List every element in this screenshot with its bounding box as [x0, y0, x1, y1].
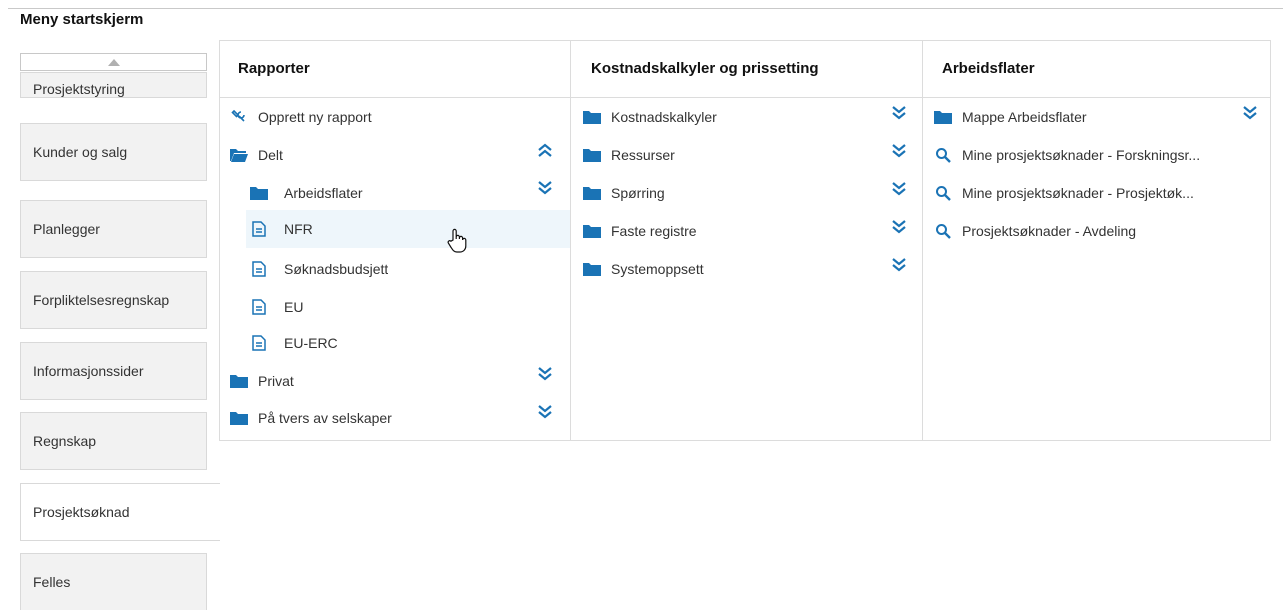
menu-item-prosjektsoknader-avdeling[interactable]: Prosjektsøknader - Avdeling [934, 212, 1234, 250]
document-icon [250, 261, 268, 277]
folder-icon [583, 147, 601, 163]
menu-item-ressurser[interactable]: Ressurser [583, 136, 913, 174]
column-title-kostnadskalkyler: Kostnadskalkyler og prissetting [591, 60, 819, 77]
collapse-chevron-icon[interactable] [537, 142, 553, 158]
wrench-icon [230, 109, 248, 125]
expand-chevron-icon[interactable] [537, 366, 553, 382]
menu-item-eu[interactable]: EU [246, 288, 560, 326]
expand-chevron-icon[interactable] [1242, 105, 1258, 121]
folder-icon [934, 109, 952, 125]
folder-open-icon [230, 147, 248, 163]
folder-icon [583, 261, 601, 277]
nav-scroll-up-button[interactable] [20, 53, 207, 71]
folder-icon [250, 185, 268, 201]
expand-chevron-icon[interactable] [891, 143, 907, 159]
search-icon [934, 147, 952, 163]
column-divider [922, 41, 923, 440]
search-icon [934, 185, 952, 201]
menu-item-kostnadskalkyler[interactable]: Kostnadskalkyler [583, 98, 913, 136]
menu-item-pa-tvers-av-selskaper[interactable]: På tvers av selskaper [230, 399, 560, 437]
nav-item-informasjonssider[interactable]: Informasjonssider [20, 342, 207, 400]
menu-item-soknadsbudsjett[interactable]: Søknadsbudsjett [246, 250, 560, 288]
nav-item-prosjektstyring[interactable]: Prosjektstyring [20, 72, 207, 98]
nav-item-regnskap[interactable]: Regnskap [20, 412, 207, 470]
nav-item-kunder-og-salg[interactable]: Kunder og salg [20, 123, 207, 181]
menu-item-faste-registre[interactable]: Faste registre [583, 212, 913, 250]
expand-chevron-icon[interactable] [891, 181, 907, 197]
menu-item-privat[interactable]: Privat [230, 362, 560, 400]
expand-chevron-icon[interactable] [537, 180, 553, 196]
nav-item-forpliktelsesregnskap[interactable]: Forpliktelsesregnskap [20, 271, 207, 329]
nav-item-prosjektsoknad[interactable]: Prosjektsøknad [20, 483, 220, 541]
menu-item-nfr[interactable]: NFR [246, 210, 570, 248]
menu-item-arbeidsflater[interactable]: Arbeidsflater [246, 174, 560, 212]
page-title: Meny startskjerm [20, 11, 144, 28]
top-divider [8, 8, 1283, 9]
menu-item-delt[interactable]: Delt [230, 136, 560, 174]
folder-icon [230, 410, 248, 426]
search-icon [934, 223, 952, 239]
expand-chevron-icon[interactable] [891, 219, 907, 235]
module-nav: Prosjektstyring Kunder og salg Planlegge… [0, 40, 220, 610]
triangle-up-icon [107, 58, 120, 66]
nav-item-planlegger[interactable]: Planlegger [20, 200, 207, 258]
hand-cursor-icon [447, 228, 469, 254]
column-divider [570, 41, 571, 440]
document-icon [250, 221, 268, 237]
expand-chevron-icon[interactable] [891, 105, 907, 121]
menu-item-systemoppsett[interactable]: Systemoppsett [583, 250, 913, 288]
folder-icon [583, 185, 601, 201]
column-title-arbeidsflater: Arbeidsflater [942, 60, 1035, 77]
folder-icon [230, 373, 248, 389]
expand-chevron-icon[interactable] [537, 404, 553, 420]
expand-chevron-icon[interactable] [891, 257, 907, 273]
folder-icon [583, 109, 601, 125]
column-title-rapporter: Rapporter [238, 60, 310, 77]
menu-item-mine-prosjektsoknader-prosjekt[interactable]: Mine prosjektsøknader - Prosjektøk... [934, 174, 1234, 212]
folder-icon [583, 223, 601, 239]
menu-item-mine-prosjektsoknader-forskning[interactable]: Mine prosjektsøknader - Forskningsr... [934, 136, 1234, 174]
document-icon [250, 335, 268, 351]
menu-item-mappe-arbeidsflater[interactable]: Mappe Arbeidsflater [934, 98, 1234, 136]
menu-item-sporring[interactable]: Spørring [583, 174, 913, 212]
menu-item-eu-erc[interactable]: EU-ERC [246, 324, 560, 362]
menu-item-opprett-ny-rapport[interactable]: Opprett ny rapport [230, 98, 560, 136]
document-icon [250, 299, 268, 315]
nav-item-felles[interactable]: Felles [20, 553, 207, 610]
menu-panels: Rapporter Kostnadskalkyler og prissettin… [219, 40, 1271, 441]
